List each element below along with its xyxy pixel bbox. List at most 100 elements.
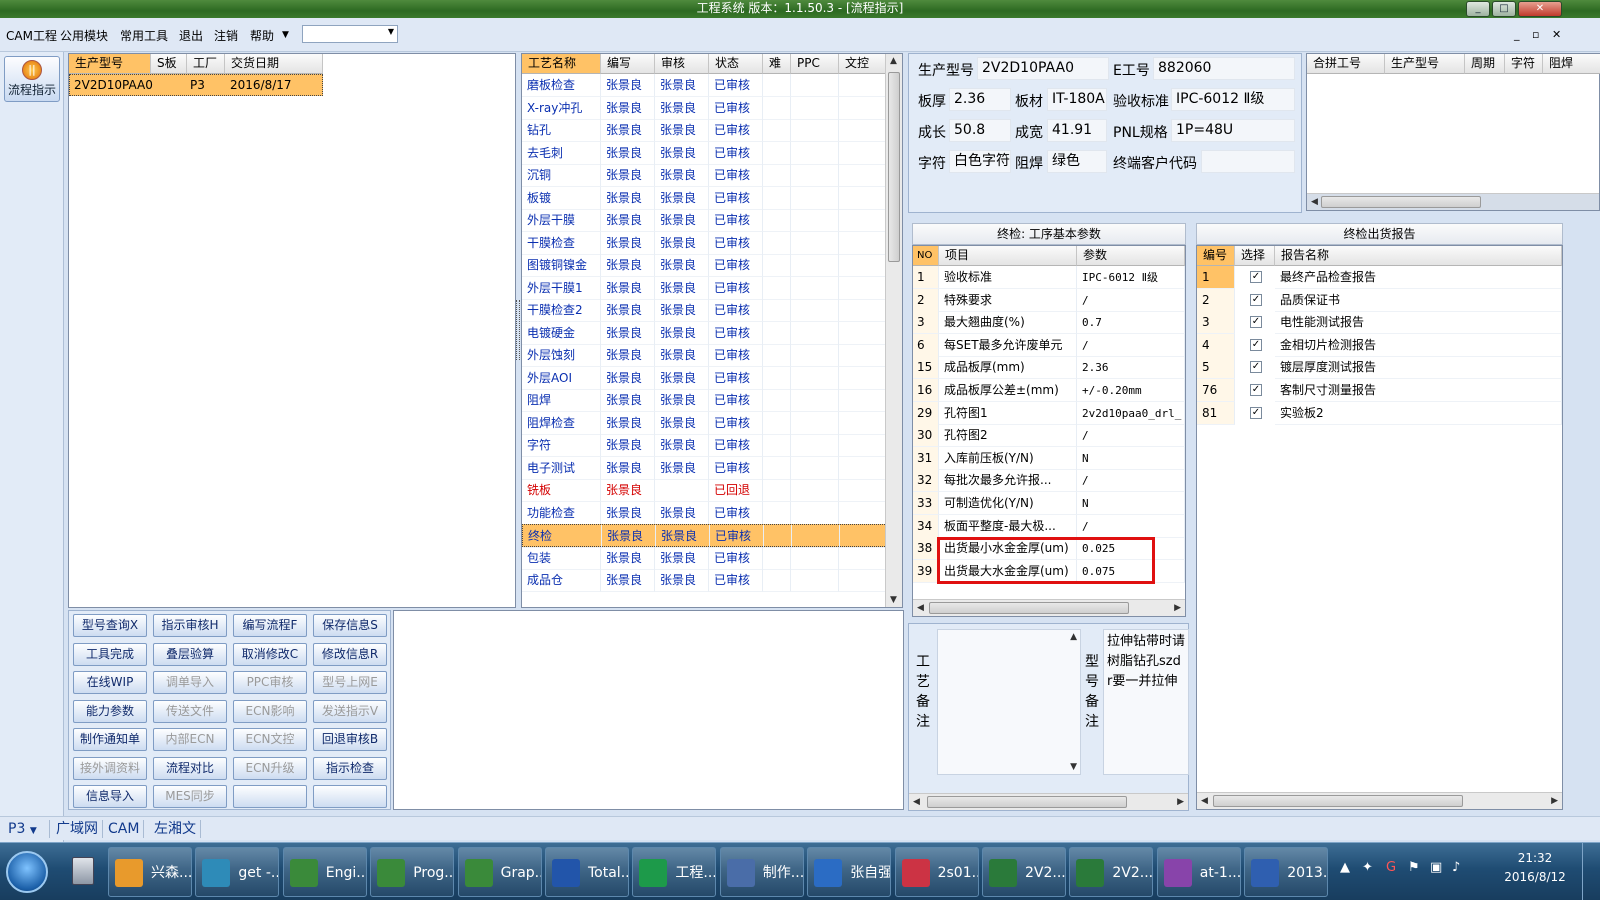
action-button-26[interactable]: MES同步 [153,785,227,808]
calculator-icon[interactable] [64,851,102,893]
status-tab-cam[interactable]: CAM [104,820,145,838]
orders-header-factory[interactable]: 工厂 [187,54,225,74]
action-button-6[interactable]: 叠层验算 [153,642,227,666]
table-row[interactable]: 铣板 张景良 已回退 [522,479,887,502]
taskbar-task-3[interactable]: Engi... [282,847,367,897]
scroll-down-icon[interactable]: ▼ [1070,762,1077,772]
mdi-minimize-icon[interactable]: _ [1514,28,1520,41]
scroll-thumb[interactable] [888,72,900,262]
tray-app-icon[interactable]: ✦ [1362,860,1373,875]
table-row[interactable]: 外层AOI 张景良 张景良 已审核 [522,366,887,390]
table-row[interactable]: 3 ✓ 电性能测试报告 [1197,311,1562,335]
tray-antivirus-icon[interactable]: G [1386,860,1396,875]
orders-header-sboard[interactable]: S板 [151,54,187,74]
combined-header-mask[interactable]: 阻焊 [1543,54,1600,74]
status-tab-user[interactable]: 左湘文 [150,820,201,838]
table-row[interactable]: 3 最大翘曲度(%) 0.7 [913,311,1185,335]
combined-header-char[interactable]: 字符 [1505,54,1543,74]
table-row[interactable]: 终检 张景良 张景良 已审核 [522,524,888,548]
taskbar-task-9[interactable]: 张自强 [807,847,892,897]
action-button-8[interactable]: 修改信息R [313,642,387,666]
action-button-1[interactable]: 型号查询X [73,614,147,637]
factory-selector[interactable]: P3 ▼ [4,820,50,838]
maximize-button[interactable]: □ [1492,1,1516,17]
table-row[interactable]: 1 验收标准 IPC-6012 Ⅱ级 [913,266,1185,289]
tray-volume-icon[interactable]: ♪ [1452,860,1460,875]
taskbar-task-6[interactable]: Total... [545,847,629,897]
process-header-reviewer[interactable]: 审核 [655,54,709,74]
action-button-15[interactable]: ECN影响 [233,699,307,723]
table-row[interactable]: 包装 张景良 张景良 已审核 [522,546,887,570]
report-checkbox[interactable]: ✓ [1250,406,1262,419]
table-row[interactable]: 磨板检查 张景良 张景良 已审核 [522,74,887,97]
scroll-left-icon[interactable]: ◀ [913,797,920,807]
taskbar-task-10[interactable]: 2s01... [894,847,979,897]
report-checkbox[interactable]: ✓ [1250,316,1262,329]
notes-hscroll[interactable]: ◀ ▶ [909,793,1188,810]
customer-field[interactable] [1201,150,1295,173]
length-field[interactable]: 50.8 [949,119,1011,142]
action-button-20[interactable]: 回退审核B [313,728,387,751]
close-button[interactable]: ✕ [1518,1,1562,17]
table-row[interactable]: 34 板面平整度-最大极... / [913,514,1185,538]
action-button-19[interactable]: ECN文控 [233,728,307,751]
action-button-7[interactable]: 取消修改C [233,642,307,666]
process-header-difficulty[interactable]: 难 [763,54,791,74]
scroll-right-icon[interactable]: ▶ [1177,797,1184,807]
params-header-value[interactable]: 参数 [1077,246,1185,266]
scroll-thumb[interactable] [1321,196,1481,208]
table-row[interactable]: 2 特殊要求 / [913,288,1185,312]
menu-combo[interactable]: ▼ [302,25,398,43]
action-button-5[interactable]: 工具完成 [73,642,147,666]
scroll-down-icon[interactable]: ▼ [890,595,897,605]
combined-header-cycle[interactable]: 周期 [1465,54,1505,74]
action-button-10[interactable]: 调单导入 [153,671,227,694]
action-button-9[interactable]: 在线WIP [73,671,147,694]
table-row[interactable]: 成品仓 张景良 张景良 已审核 [522,569,887,592]
table-row[interactable]: 阻焊 张景良 张景良 已审核 [522,389,887,412]
table-row[interactable]: 字符 张景良 张景良 已审核 [522,434,887,457]
start-button[interactable] [6,851,48,893]
menu-exit[interactable]: 退出 [179,27,203,44]
table-row[interactable]: 1 ✓ 最终产品检查报告 [1197,266,1562,289]
taskbar-task-2[interactable]: get -... [195,847,280,897]
table-row[interactable]: X-ray冲孔 张景良 张景良 已审核 [522,96,887,120]
scroll-thumb[interactable] [929,602,1129,614]
tray-expand-icon[interactable]: ▲ [1340,860,1350,875]
action-button-18[interactable]: 内部ECN [153,728,227,751]
table-row[interactable]: 干膜检查2 张景良 张景良 已审核 [522,299,887,322]
action-button-12[interactable]: 型号上网E [313,671,387,694]
menu-logout[interactable]: 注销 [214,27,238,44]
table-row[interactable]: 29 孔符图1 2v2d10paa0_drl_ [913,401,1185,425]
table-row[interactable]: 阻焊检查 张景良 张景良 已审核 [522,411,887,435]
char-field[interactable]: 白色字符 [949,150,1011,173]
action-button-25[interactable]: 信息导入 [73,785,147,808]
table-row[interactable]: 2 ✓ 品质保证书 [1197,288,1562,312]
table-row[interactable]: 76 ✓ 客制尺寸测量报告 [1197,379,1562,402]
action-button-27[interactable] [233,785,307,808]
combined-hscroll[interactable]: ◀ [1307,193,1599,210]
table-row[interactable]: 板镀 张景良 张景良 已审核 [522,186,887,210]
orders-header-model[interactable]: 生产型号 [69,54,151,74]
splitter-handle[interactable] [516,300,520,360]
table-row[interactable]: 15 成品板厚(mm) 2.36 [913,356,1185,380]
flow-indicator-button[interactable]: || 流程指示 [4,56,60,102]
table-row[interactable]: 电镀硬金 张景良 张景良 已审核 [522,321,887,345]
reports-hscroll[interactable]: ◀ ▶ [1197,792,1562,809]
menu-common-tools[interactable]: 常用工具 [120,27,168,44]
thickness-field[interactable]: 2.36 [949,88,1011,111]
table-row[interactable]: 30 孔符图2/ [913,424,1185,448]
model-notes-textarea[interactable]: 拉伸钻带时请树脂钻孔szdr要一并拉伸 [1103,629,1189,775]
taskbar-task-4[interactable]: Prog... [370,847,455,897]
scroll-thumb[interactable] [927,796,1127,808]
table-row[interactable]: 31 入库前压板(Y/N) N [913,446,1185,470]
action-button-21[interactable]: 接外调资料 [73,756,147,780]
mask-field[interactable]: 绿色 [1047,150,1107,173]
combined-header-eno[interactable]: 合拼工号 [1307,54,1385,74]
scroll-up-icon[interactable]: ▲ [1070,632,1077,642]
help-dropdown-icon[interactable]: ▼ [282,30,289,40]
combined-header-model[interactable]: 生产型号 [1385,54,1465,74]
action-button-17[interactable]: 制作通知单 [73,728,147,751]
table-row[interactable]: 32 每批次最多允许报... / [913,469,1185,493]
action-button-23[interactable]: ECN升级 [233,756,307,780]
